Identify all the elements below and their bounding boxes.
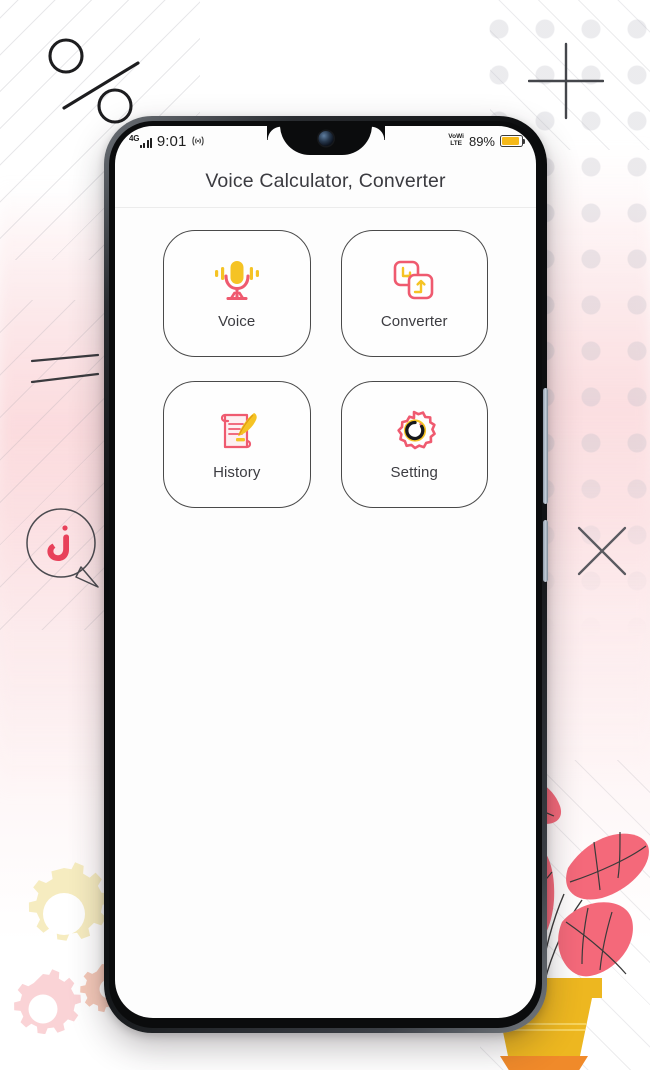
battery-percent-label: 89% bbox=[468, 133, 495, 149]
status-bar-right: VoWi LTE 89% bbox=[448, 133, 526, 149]
page-title: Voice Calculator, Converter bbox=[205, 170, 446, 192]
menu-card-label-voice: Voice bbox=[218, 312, 256, 330]
menu-card-label-converter: Converter bbox=[380, 312, 448, 330]
status-bar-clock: 9:01 bbox=[156, 132, 187, 150]
menu-card-setting[interactable]: Setting bbox=[340, 381, 488, 508]
plus-symbol-icon bbox=[528, 42, 604, 120]
app-bar: Voice Calculator, Converter bbox=[115, 156, 536, 208]
battery-fill bbox=[502, 137, 519, 145]
volte-line-2: LTE bbox=[450, 140, 462, 147]
gear-icon bbox=[397, 410, 437, 449]
phone-bezel: 4G 9:01 VoWi LTE 89% Voice Calculator, C… bbox=[109, 121, 542, 1028]
network-type-label: 4G bbox=[129, 133, 140, 143]
front-camera-icon bbox=[318, 131, 333, 146]
convert-squares-icon bbox=[393, 260, 434, 299]
nfc-icon bbox=[192, 136, 205, 146]
volte-icon: VoWi LTE bbox=[448, 134, 464, 147]
status-bar-left: 4G 9:01 bbox=[129, 133, 205, 150]
battery-icon bbox=[500, 135, 526, 147]
menu-card-voice[interactable]: Voice bbox=[163, 230, 311, 357]
phone-screen: 4G 9:01 VoWi LTE 89% Voice Calculator, C… bbox=[115, 126, 536, 1018]
scroll-quill-icon bbox=[220, 412, 257, 448]
microphone-icon bbox=[214, 260, 259, 300]
percent-symbol-icon bbox=[48, 38, 140, 124]
menu-card-label-setting: Setting bbox=[390, 463, 438, 481]
notch-wing-right bbox=[370, 126, 385, 140]
notch-wing-left bbox=[266, 126, 281, 140]
phone-device-frame: 4G 9:01 VoWi LTE 89% Voice Calculator, C… bbox=[104, 116, 548, 1033]
speech-bubble-icon bbox=[26, 508, 99, 588]
multiply-symbol-icon bbox=[577, 526, 627, 576]
volume-button[interactable] bbox=[543, 388, 548, 504]
power-button[interactable] bbox=[543, 520, 548, 582]
equals-symbol-icon bbox=[30, 353, 100, 384]
menu-card-history[interactable]: History bbox=[163, 381, 311, 508]
signal-strength-icon: 4G bbox=[129, 133, 152, 148]
signal-bars-icon bbox=[140, 137, 152, 148]
menu-card-converter[interactable]: Converter bbox=[340, 230, 488, 357]
menu-grid: Voice Converter History Setting bbox=[115, 230, 536, 508]
menu-card-label-history: History bbox=[213, 463, 261, 481]
